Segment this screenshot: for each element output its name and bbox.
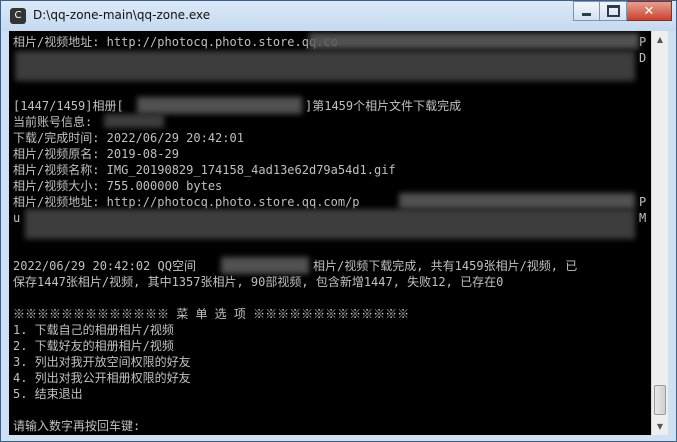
window-controls: ✕ <box>573 1 672 21</box>
close-icon: ✕ <box>643 3 655 19</box>
scroll-thumb[interactable] <box>654 385 666 415</box>
redacted-region <box>399 193 635 209</box>
maximize-button[interactable] <box>600 1 627 21</box>
console-line: 保存1447张相片/视频, 其中1357张相片, 90部视频, 包含新增1447… <box>13 275 504 289</box>
vertical-scrollbar[interactable]: ▲ ▼ <box>651 31 668 435</box>
redacted-region <box>25 209 635 239</box>
console-line: 相片/视频地址: http://photocq.photo.store.qq.c… <box>13 195 360 209</box>
console-line: 2022/06/29 20:42:02 QQ空间 <box>13 259 196 273</box>
console-text-fragment: M <box>639 211 647 225</box>
scroll-up-icon[interactable]: ▲ <box>652 31 668 48</box>
redacted-region <box>15 51 635 81</box>
title-bar[interactable]: C D:\qq-zone-main\qq-zone.exe ✕ <box>1 1 676 31</box>
console-line: ※※※※※※※※※※※※※ 菜 单 选 项 ※※※※※※※※※※※※※ <box>13 307 410 321</box>
console-line: 相片/视频地址: http://photocq.photo.store.qq.c… <box>13 35 338 49</box>
redacted-region <box>309 33 639 49</box>
album-download-complete-text: ]第1459个相片文件下载完成 <box>305 99 462 113</box>
scroll-down-icon[interactable]: ▼ <box>652 418 668 435</box>
console-line: 3. 列出对我开放空间权限的好友 <box>13 355 191 369</box>
redacted-region <box>137 97 302 114</box>
console-text-fragment: D <box>639 51 647 65</box>
minimize-icon <box>582 13 591 16</box>
console-line: 4. 列出对我公开相册权限的好友 <box>13 371 191 385</box>
console-line: 5. 结束退出 <box>13 387 83 401</box>
console-line: 当前账号信息: <box>13 115 93 129</box>
console-window: C D:\qq-zone-main\qq-zone.exe ✕ 相片/视频地址:… <box>0 0 677 442</box>
redacted-region <box>104 114 164 128</box>
console-text-fragment: P <box>639 35 647 49</box>
console-line: [1447/1459]相册[ <box>13 99 124 113</box>
close-button[interactable]: ✕ <box>627 1 672 21</box>
console-output[interactable]: 相片/视频地址: http://photocq.photo.store.qq.c… <box>9 31 651 435</box>
window-bottom-border <box>1 435 676 441</box>
window-title: D:\qq-zone-main\qq-zone.exe <box>33 8 211 22</box>
console-line: 2. 下载好友的相册相片/视频 <box>13 339 174 353</box>
redacted-region <box>221 257 309 274</box>
maximize-icon <box>606 5 620 17</box>
console-line: 1. 下载自己的相册相片/视频 <box>13 323 174 337</box>
console-text-fragment: P <box>639 195 647 209</box>
console-line: 请输入数字再按回车键: <box>13 419 141 433</box>
console-text-fragment: u <box>13 211 21 225</box>
console-line: 相片/视频名称: IMG_20190829_174158_4ad13e62d79… <box>13 163 396 177</box>
console-line: 相片/视频大小: 755.000000 bytes <box>13 179 223 193</box>
minimize-button[interactable] <box>573 1 600 21</box>
console-line: 相片/视频原名: 2019-08-29 <box>13 147 179 161</box>
console-line: 下载/完成时间: 2022/06/29 20:42:01 <box>13 131 244 145</box>
summary-text: 相片/视频下载完成, 共有1459张相片/视频, 已 <box>313 259 578 273</box>
console-app-icon[interactable]: C <box>10 8 26 24</box>
